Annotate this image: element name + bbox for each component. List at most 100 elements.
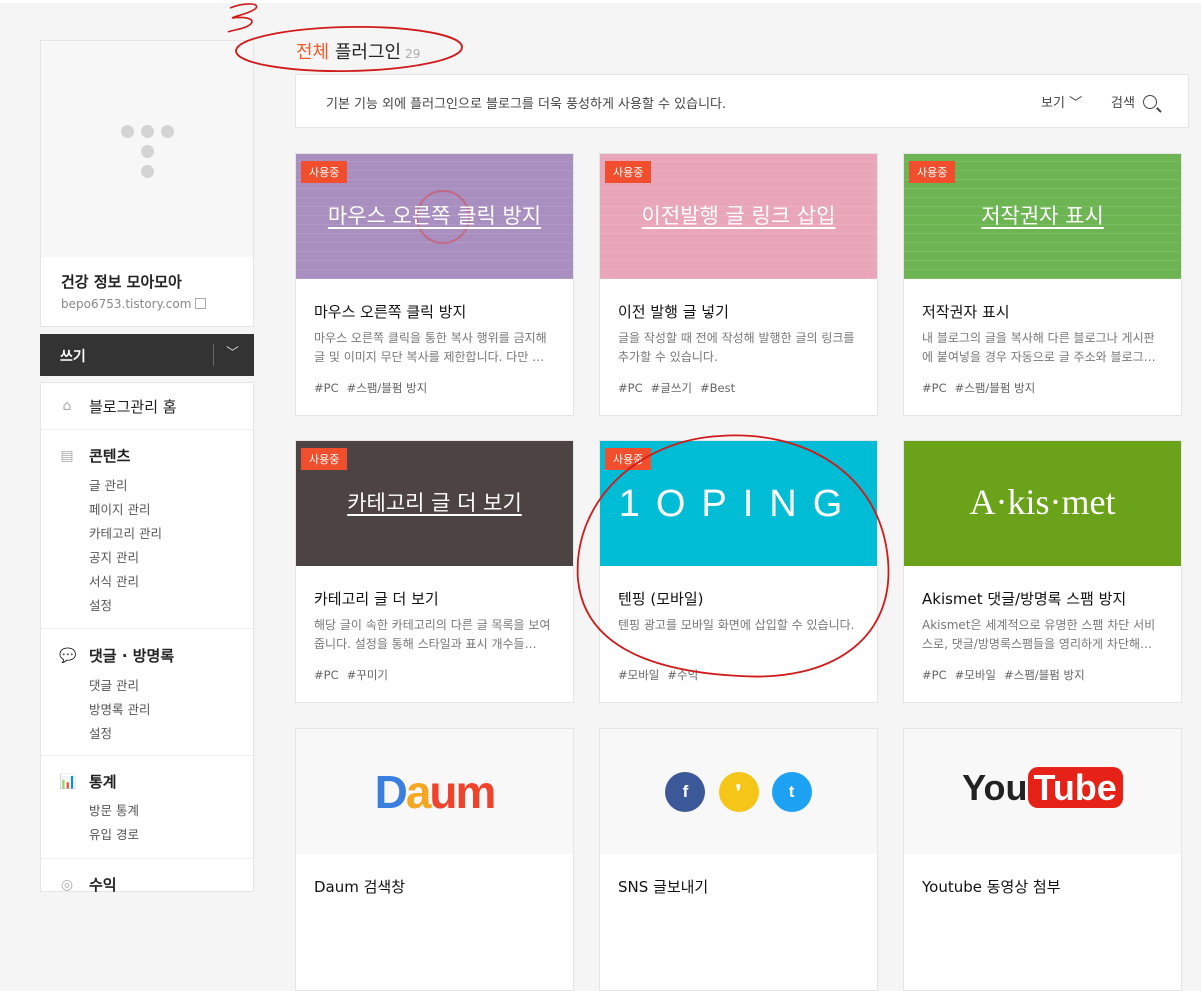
plugin-desc: Akismet은 세계적으로 유명한 스팸 차단 서비스로, 댓글/방명록스팸들… bbox=[922, 618, 1156, 651]
blog-name[interactable]: 건강 정보 모아모아 bbox=[61, 271, 182, 292]
plugin-tags: #PC #스팸/블펌 방지 bbox=[922, 381, 1036, 395]
blog-thumbnail bbox=[41, 41, 253, 257]
plugin-count: 29 bbox=[405, 47, 421, 61]
sidebar-item-visit-stats[interactable]: 방문 통계 bbox=[89, 800, 139, 819]
facebook-icon: f bbox=[665, 772, 706, 812]
youtube-logo: You Tube bbox=[904, 767, 1181, 809]
sidebar-heading-contents[interactable]: 콘텐츠 bbox=[89, 445, 130, 466]
annotation-scribble bbox=[227, 3, 258, 33]
plugin-card[interactable]: f ❜ t SNS 글보내기 bbox=[599, 728, 878, 991]
in-use-badge: 사용중 bbox=[909, 161, 956, 183]
plugin-desc: 텐핑 광고를 모바일 화면에 삽입할 수 있습니다. bbox=[618, 618, 855, 632]
document-icon: ▤ bbox=[60, 448, 74, 464]
sidebar-menu: ⌂ 블로그관리 홈 ▤ 콘텐츠 글 관리 페이지 관리 카테고리 관리 공지 관… bbox=[40, 382, 254, 894]
sidebar-item-post-manage[interactable]: 글 관리 bbox=[89, 475, 127, 494]
plugin-card[interactable]: A·kis·met Akismet 댓글/방명록 스팸 방지 Akismet은 … bbox=[903, 440, 1182, 703]
sidebar-item-template-manage[interactable]: 서식 관리 bbox=[89, 571, 139, 590]
title-plugin: 플러그인 bbox=[334, 42, 402, 63]
plugin-thumbnail: A·kis·met bbox=[904, 441, 1181, 566]
plugin-thumbnail: 사용중 마우스 오른쪽 클릭 방지 bbox=[296, 154, 573, 279]
plugin-name: 텐핑 (모바일) bbox=[618, 590, 704, 608]
plugin-card[interactable]: Daum Daum 검색창 bbox=[295, 728, 574, 991]
sns-logos: f ❜ t bbox=[600, 772, 877, 812]
twitter-icon: t bbox=[771, 772, 812, 812]
plugin-thumbnail: 사용중 1OPING bbox=[600, 441, 877, 566]
in-use-badge: 사용중 bbox=[301, 161, 348, 183]
plugin-thumbnail: 사용중 이전발행 글 링크 삽입 bbox=[600, 154, 877, 279]
plugin-thumbnail: f ❜ t bbox=[600, 729, 877, 854]
plugin-tags: #PC #꾸미기 bbox=[314, 668, 388, 682]
search-icon bbox=[1142, 95, 1157, 109]
plugin-tags: #모바일 #수익 bbox=[618, 668, 699, 682]
kakaostory-icon: ❜ bbox=[718, 772, 759, 812]
plugin-name: 이전 발행 글 넣기 bbox=[618, 303, 729, 321]
plugin-desc: 해당 글이 속한 카테고리의 다른 글 목록을 보여줍니다. 설정을 통해 스타… bbox=[314, 618, 551, 651]
sidebar-item-page-manage[interactable]: 페이지 관리 bbox=[89, 499, 150, 518]
search-button[interactable]: 검색 bbox=[1111, 92, 1157, 111]
description-bar: 기본 기능 외에 플러그인으로 블로그를 더욱 풍성하게 사용할 수 있습니다.… bbox=[295, 74, 1189, 128]
title-filter-all[interactable]: 전체 bbox=[296, 42, 329, 63]
view-dropdown[interactable]: 보기 ﹀ bbox=[1041, 92, 1082, 111]
write-button-divider bbox=[213, 344, 214, 366]
coins-icon: ◎ bbox=[60, 877, 74, 893]
in-use-badge: 사용중 bbox=[605, 448, 652, 470]
sidebar-section-home: ⌂ 블로그관리 홈 bbox=[41, 383, 253, 430]
sidebar-item-comment-manage[interactable]: 댓글 관리 bbox=[89, 675, 139, 694]
bar-chart-icon: 📊 bbox=[59, 774, 77, 790]
daum-logo: Daum bbox=[374, 766, 497, 818]
sidebar-item-category-manage[interactable]: 카테고리 관리 bbox=[89, 523, 162, 542]
plugin-desc: 글을 작성할 때 전에 작성해 발행한 글의 링크를 추가할 수 있습니다. bbox=[618, 331, 855, 364]
plugin-tags: #PC #글쓰기 #Best bbox=[618, 381, 736, 395]
plugin-card[interactable]: 사용중 마우스 오른쪽 클릭 방지 마우스 오른쪽 클릭 방지 마우스 오른쪽 … bbox=[295, 153, 574, 416]
sidebar-section-stats: 📊 통계 방문 통계 유입 경로 bbox=[41, 756, 253, 859]
plugin-card[interactable]: 사용중 1OPING 텐핑 (모바일) 텐핑 광고를 모바일 화면에 삽입할 수… bbox=[599, 440, 878, 703]
plugin-thumbnail: Daum bbox=[296, 729, 573, 854]
plugin-name: 저작권자 표시 bbox=[922, 303, 1010, 321]
sidebar-heading-comments[interactable]: 댓글 · 방명록 bbox=[89, 645, 174, 666]
plugin-thumbnail-title: 이전발행 글 링크 삽입 bbox=[641, 204, 836, 228]
in-use-badge: 사용중 bbox=[605, 161, 652, 183]
blog-url[interactable]: bepo6753.tistory.com bbox=[61, 297, 207, 311]
blog-profile-card[interactable]: 건강 정보 모아모아 bepo6753.tistory.com bbox=[40, 40, 254, 327]
plugin-name: Akismet 댓글/방명록 스팸 방지 bbox=[922, 590, 1127, 608]
sidebar-section-revenue: ◎ 수익 bbox=[41, 859, 253, 899]
sidebar-item-contents-settings[interactable]: 설정 bbox=[89, 595, 112, 614]
tistory-logo-icon bbox=[121, 125, 174, 185]
sidebar-heading-revenue[interactable]: 수익 bbox=[89, 874, 117, 895]
plugin-thumbnail: You Tube bbox=[904, 729, 1181, 854]
plugin-thumbnail-title: 마우스 오른쪽 클릭 방지 bbox=[327, 204, 542, 228]
chevron-down-icon[interactable]: ﹀ bbox=[226, 342, 239, 361]
plugin-tags: #PC #스팸/블펌 방지 bbox=[314, 381, 428, 395]
write-button[interactable]: 쓰기 ﹀ bbox=[40, 334, 254, 376]
sidebar-item-home[interactable]: 블로그관리 홈 bbox=[89, 396, 177, 417]
plugin-thumbnail: 사용중 카테고리 글 더 보기 bbox=[296, 441, 573, 566]
plugin-description: 기본 기능 외에 플러그인으로 블로그를 더욱 풍성하게 사용할 수 있습니다. bbox=[326, 97, 727, 112]
top-edge bbox=[0, 0, 1201, 3]
plugin-card[interactable]: 사용중 이전발행 글 링크 삽입 이전 발행 글 넣기 글을 작성할 때 전에 … bbox=[599, 153, 878, 416]
plugin-tags: #PC #모바일 #스팸/블펌 방지 bbox=[922, 668, 1085, 682]
sidebar-section-contents: ▤ 콘텐츠 글 관리 페이지 관리 카테고리 관리 공지 관리 서식 관리 설정 bbox=[41, 430, 253, 629]
plugin-desc: 내 블로그의 글을 복사해 다른 블로그나 게시판에 붙여넣을 경우 자동으로 … bbox=[922, 331, 1156, 364]
plugin-card[interactable]: 사용중 카테고리 글 더 보기 카테고리 글 더 보기 해당 글이 속한 카테고… bbox=[295, 440, 574, 703]
write-button-label: 쓰기 bbox=[60, 349, 86, 365]
in-use-badge: 사용중 bbox=[301, 448, 348, 470]
plugin-card[interactable]: 사용중 저작권자 표시 저작권자 표시 내 블로그의 글을 복사해 다른 블로그… bbox=[903, 153, 1182, 416]
plugin-desc: 마우스 오른쪽 클릭을 통한 복사 행위를 금지해 글 및 이미지 무단 복사를… bbox=[314, 331, 547, 364]
akismet-logo: A·kis·met bbox=[969, 482, 1116, 522]
page-title: 전체 플러그인 29 bbox=[296, 38, 420, 64]
plugin-name: 마우스 오른쪽 클릭 방지 bbox=[314, 303, 467, 321]
external-link-icon bbox=[195, 298, 207, 309]
sidebar-heading-stats[interactable]: 통계 bbox=[89, 771, 117, 792]
plugin-thumbnail-title: 저작권자 표시 bbox=[981, 204, 1104, 228]
sidebar-item-comments-settings[interactable]: 설정 bbox=[89, 723, 112, 742]
sidebar-item-referrer[interactable]: 유입 경로 bbox=[89, 824, 139, 843]
sidebar-item-notice-manage[interactable]: 공지 관리 bbox=[89, 547, 139, 566]
tenping-logo: 1OPING bbox=[618, 483, 859, 525]
sidebar-item-guestbook-manage[interactable]: 방명록 관리 bbox=[89, 699, 150, 718]
plugin-name: 카테고리 글 더 보기 bbox=[314, 590, 439, 608]
plugin-thumbnail: 사용중 저작권자 표시 bbox=[904, 154, 1181, 279]
speech-bubble-icon: 💬 bbox=[59, 648, 77, 664]
home-icon: ⌂ bbox=[62, 398, 72, 414]
plugin-card[interactable]: You Tube Youtube 동영상 첨부 bbox=[903, 728, 1182, 991]
chevron-down-icon: ﹀ bbox=[1069, 96, 1083, 111]
